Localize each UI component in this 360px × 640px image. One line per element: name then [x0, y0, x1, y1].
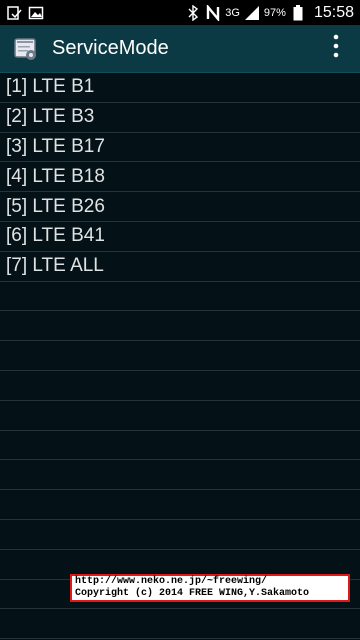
credit-url: http://www.neko.ne.jp/~freewing/ — [75, 576, 268, 587]
image-icon — [28, 5, 44, 21]
list-item[interactable]: [5] LTE B26 — [0, 192, 360, 222]
list-item[interactable]: [1] LTE B1 — [0, 73, 360, 103]
app-title: ServiceMode — [52, 37, 169, 59]
list-item[interactable]: [3] LTE B17 — [0, 133, 360, 163]
empty-list-item — [0, 520, 360, 550]
empty-list-item — [0, 609, 360, 640]
empty-list-item — [0, 460, 360, 491]
overflow-menu-button[interactable] — [312, 25, 360, 73]
service-mode-app-icon[interactable] — [12, 35, 40, 63]
status-left — [6, 5, 44, 21]
empty-list-item — [0, 401, 360, 431]
empty-list-item — [0, 311, 360, 342]
status-right: 3G 97% 15:58 — [185, 4, 354, 22]
overflow-menu-icon — [333, 34, 339, 63]
notification-check-icon — [6, 5, 22, 21]
empty-list-item — [0, 431, 360, 461]
battery-percent: 97% — [263, 6, 286, 19]
band-list: [1] LTE B1 [2] LTE B3 [3] LTE B17 [4] LT… — [0, 73, 360, 640]
battery-icon — [290, 4, 306, 21]
list-item[interactable]: [6] LTE B41 — [0, 222, 360, 252]
status-bar: 3G 97% 15:58 — [0, 0, 360, 25]
empty-list-item — [0, 490, 360, 520]
network-type: 3G — [225, 6, 240, 19]
action-bar: ServiceMode — [0, 25, 360, 73]
empty-list-item — [0, 371, 360, 401]
list-item[interactable]: [2] LTE B3 — [0, 103, 360, 133]
signal-icon — [244, 5, 260, 21]
credit-copyright: Copyright (c) 2014 FREE WING,Y.Sakamoto — [75, 588, 310, 599]
list-item[interactable]: [7] LTE ALL — [0, 252, 360, 282]
empty-list-item — [0, 282, 360, 312]
bluetooth-icon — [185, 4, 201, 21]
list-item[interactable]: [4] LTE B18 — [0, 162, 360, 193]
clock: 15:58 — [313, 3, 354, 21]
nfc-icon — [205, 4, 221, 21]
empty-list-item — [0, 341, 360, 371]
credit-overlay: http://www.neko.ne.jp/~freewing/ Copyrig… — [70, 574, 350, 602]
